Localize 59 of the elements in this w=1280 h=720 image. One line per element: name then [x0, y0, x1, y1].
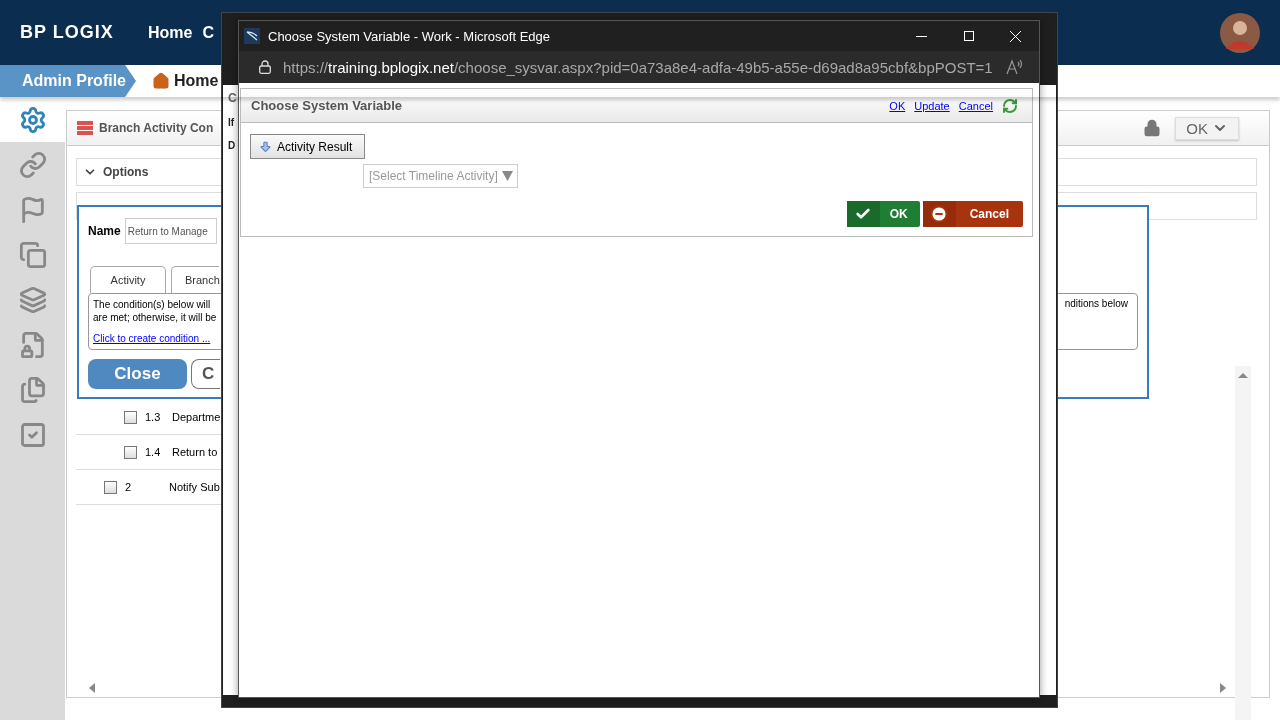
- row-number: 1.3: [145, 411, 162, 423]
- nav-link[interactable]: C: [202, 23, 214, 42]
- maximize-icon: [963, 31, 974, 41]
- window-title: Choose System Variable - Work - Microsoft Edge: [268, 28, 550, 44]
- scroll-right-icon: [1219, 683, 1227, 693]
- minimize-icon: [916, 35, 927, 37]
- condition-text: nditions below: [1064, 298, 1128, 309]
- dialog-text: C: [228, 91, 237, 105]
- row-name: Departme: [172, 411, 221, 423]
- ok-button[interactable]: OK: [846, 201, 920, 227]
- stacked-squares-icon: [18, 285, 47, 314]
- dialog-text: D: [228, 140, 236, 151]
- refresh-icon[interactable]: [1002, 97, 1018, 114]
- checkbox[interactable]: [124, 410, 137, 424]
- cancel-button[interactable]: Cancel: [922, 201, 1023, 227]
- check-icon: [855, 206, 872, 222]
- ok-dropdown[interactable]: OK: [1175, 116, 1239, 140]
- arrow-down-icon: [259, 140, 272, 153]
- logo: BP LOGIX: [20, 22, 115, 43]
- row-name: Return to: [172, 446, 218, 458]
- squares-icon: [18, 240, 47, 269]
- browser-icon: [244, 28, 260, 44]
- condition-text: The condition(s) below will: [93, 298, 211, 311]
- row-number: 2: [125, 481, 133, 493]
- home-icon: [152, 72, 170, 90]
- minus-circle-icon: [930, 205, 949, 223]
- avatar: [1220, 12, 1260, 53]
- close-icon: [1010, 30, 1021, 42]
- condition-text: are met; otherwise, it will be: [93, 311, 217, 324]
- checkbox[interactable]: [124, 445, 137, 459]
- close-button[interactable]: Close: [88, 359, 187, 389]
- header-link[interactable]: Cancel: [958, 99, 993, 112]
- row-number: 1.4: [145, 446, 162, 458]
- gear-icon: [18, 105, 47, 134]
- variable-button[interactable]: Activity Result: [250, 134, 366, 159]
- server-icon: [77, 120, 93, 136]
- panel-title: Choose System Variable: [251, 98, 403, 113]
- name-field[interactable]: Return to Manage: [124, 218, 217, 244]
- tab[interactable]: Activity: [90, 266, 166, 293]
- nav-link[interactable]: Home: [148, 23, 193, 42]
- panel-title: Branch Activity Con: [99, 121, 214, 135]
- file-lock-icon: [18, 330, 47, 359]
- header-link[interactable]: OK: [889, 99, 906, 112]
- breadcrumb-home[interactable]: Home: [152, 72, 219, 90]
- dialog-text: If: [228, 117, 235, 128]
- caret-icon: [501, 171, 513, 181]
- tab[interactable]: Branch: [171, 266, 219, 293]
- link-icon: [18, 150, 47, 179]
- name-label: Name: [88, 224, 121, 238]
- checkbox-icon: [18, 420, 47, 449]
- row-name: Notify Sub: [169, 481, 220, 493]
- header-link[interactable]: Update: [914, 99, 950, 112]
- read-aloud-icon: [1006, 59, 1024, 75]
- sidebar-item[interactable]: [0, 97, 65, 142]
- checkbox[interactable]: [104, 480, 117, 494]
- pages-icon: [18, 375, 47, 404]
- dialog-button[interactable]: C: [191, 359, 220, 389]
- create-condition-link[interactable]: Click to create condition ...: [93, 333, 211, 344]
- scroll-left-icon: [88, 683, 96, 693]
